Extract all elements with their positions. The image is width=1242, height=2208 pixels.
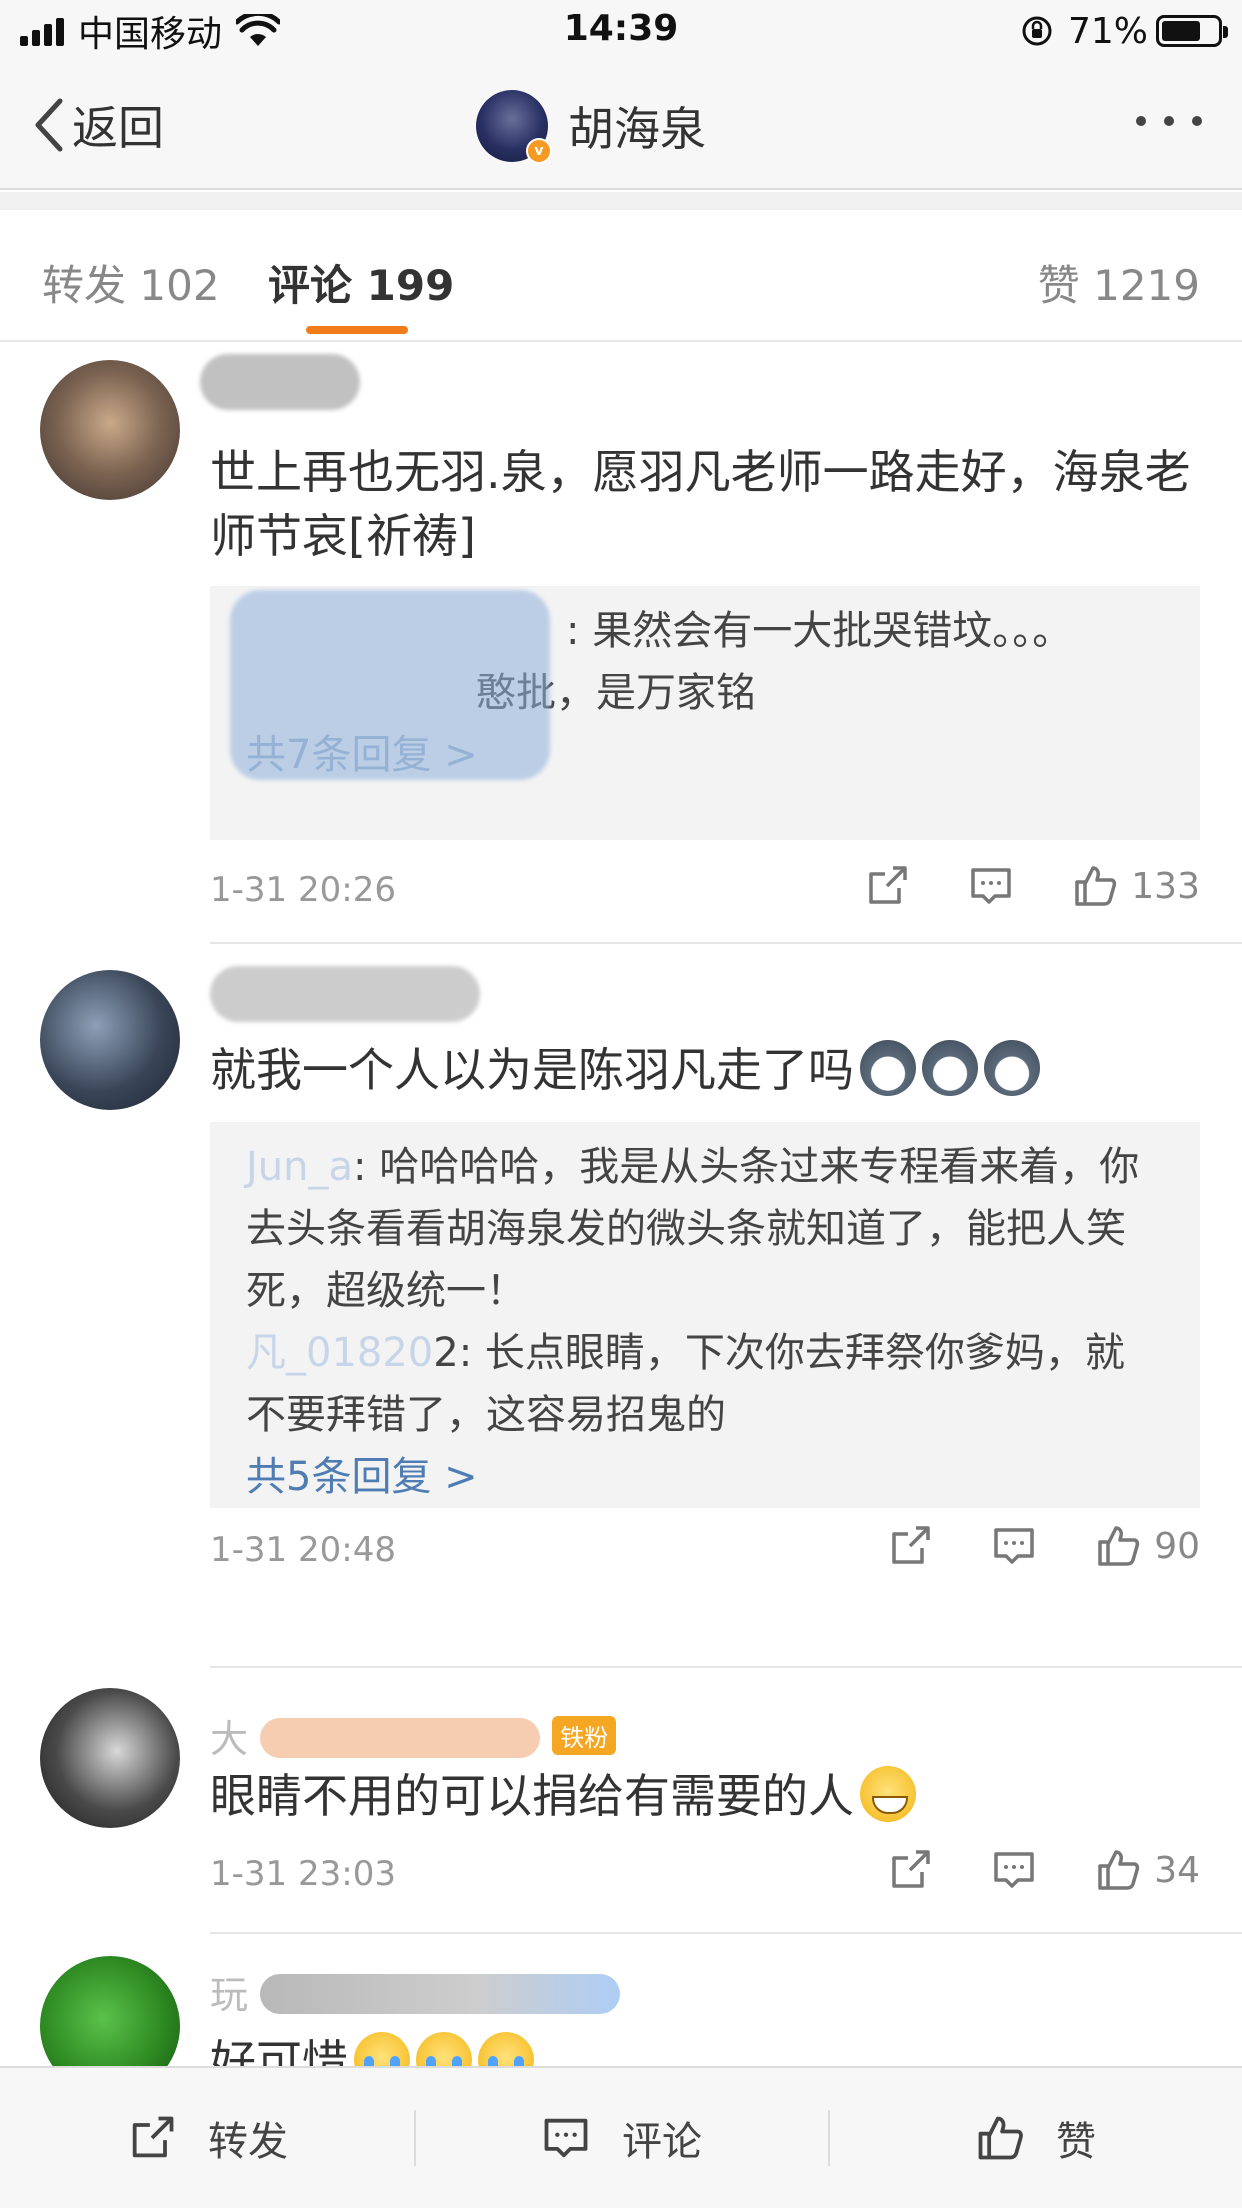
bottom-toolbar: 转发 评论 赞 — [0, 2066, 1242, 2208]
like-count: 133 — [1131, 865, 1200, 907]
author-name: 大 — [210, 1717, 249, 1761]
status-bar: 中国移动 14:39 71% — [0, 0, 1242, 60]
divider — [828, 2110, 830, 2166]
username-redacted — [200, 354, 360, 410]
tab-label: 评论 — [268, 261, 353, 310]
divider — [414, 2110, 416, 2166]
back-label: 返回 — [72, 101, 164, 155]
page-title: 胡海泉 — [568, 102, 706, 156]
like-icon[interactable] — [1071, 862, 1119, 910]
comment-time: 1-31 23:03 — [210, 1854, 396, 1894]
comment-time: 1-31 20:48 — [210, 1530, 396, 1570]
tab-bar: 转发 102 评论 199 赞 1219 — [0, 210, 1242, 342]
avatar[interactable]: v — [476, 90, 552, 164]
comment-text-body: 就我一个人以为是陈羽凡走了吗 — [210, 1043, 854, 1097]
husky-emoji-icon — [922, 1040, 978, 1096]
tab-like[interactable]: 赞 1219 — [1038, 252, 1200, 313]
username-redacted — [210, 966, 480, 1022]
comment-icon — [544, 2118, 588, 2158]
like-label: 赞 — [1056, 2119, 1096, 2165]
comment-icon[interactable] — [967, 862, 1015, 910]
repost-label: 转发 — [208, 2119, 288, 2165]
repost-button[interactable]: 转发 — [0, 2068, 414, 2208]
like-icon[interactable] — [1094, 1846, 1142, 1894]
comment-icon[interactable] — [990, 1522, 1038, 1570]
tab-count: 199 — [366, 261, 455, 310]
like-icon[interactable] — [1094, 1522, 1142, 1570]
comment-item: 就我一个人以为是陈羽凡走了吗 Jun_a: 哈哈哈哈，我是从头条过来专程看来着，… — [0, 946, 1242, 1668]
battery-fill — [1162, 21, 1201, 41]
husky-emoji-icon — [860, 1040, 916, 1096]
grin-emoji-icon — [860, 1766, 916, 1822]
comment-author: 玩 — [210, 1964, 621, 2019]
avatar[interactable] — [40, 1688, 180, 1828]
tab-count: 1219 — [1093, 261, 1200, 310]
comment-time: 1-31 20:26 — [210, 870, 396, 910]
nav-bar: 返回 v 胡海泉 — [0, 60, 1242, 190]
tab-count: 102 — [139, 261, 220, 310]
repost-icon[interactable] — [886, 1846, 934, 1894]
reply-author: Jun_a — [246, 1144, 354, 1190]
husky-emoji-icon — [984, 1040, 1040, 1096]
more-replies-link[interactable]: 共7条回复 > — [246, 724, 1164, 786]
reply-text: : 哈哈哈哈，我是从头条过来专程看来着，你去头条看看胡海泉发的微头条就知道了，能… — [246, 1144, 1140, 1314]
comment-actions: 133 — [807, 862, 1200, 910]
repost-icon[interactable] — [886, 1522, 934, 1570]
like-count: 90 — [1154, 1525, 1200, 1567]
username-redacted — [260, 1974, 621, 2014]
tab-comment[interactable]: 评论 199 — [268, 252, 454, 313]
battery-percent: 71% — [1067, 10, 1148, 52]
username-redacted — [260, 1718, 541, 1758]
comment-button[interactable]: 评论 — [414, 2068, 828, 2208]
cry-emoji-icon — [416, 2032, 472, 2066]
battery-icon — [1156, 15, 1228, 47]
reply-author: 凡_01820 — [246, 1330, 434, 1376]
avatar[interactable] — [40, 1956, 180, 2066]
comment-item: 大 铁粉 眼睛不用的可以捐给有需要的人 1-31 23:03 34 — [0, 1668, 1242, 1934]
comment-text-body: 眼睛不用的可以捐给有需要的人 — [210, 1769, 854, 1823]
author-name: 玩 — [210, 1973, 249, 2017]
cry-emoji-icon — [354, 2032, 410, 2066]
comment-item: 世上再也无羽.泉，愿羽凡老师一路走好，海泉老师节哀[祈祷] : 果然会有一大批哭… — [0, 344, 1242, 944]
rotation-lock-icon — [1022, 16, 1052, 46]
nav-user[interactable]: v 胡海泉 — [476, 88, 706, 164]
comment-actions: 90 — [830, 1522, 1200, 1570]
comment-author: 大 铁粉 — [210, 1708, 617, 1763]
repost-icon[interactable] — [863, 862, 911, 910]
comment-text: 就我一个人以为是陈羽凡走了吗 — [210, 1038, 1200, 1102]
divider — [210, 942, 1242, 944]
verified-icon: v — [526, 138, 552, 164]
comment-label: 评论 — [622, 2119, 702, 2165]
like-count: 34 — [1154, 1849, 1200, 1891]
tab-label: 转发 — [42, 261, 127, 310]
avatar[interactable] — [40, 970, 180, 1110]
avatar[interactable] — [40, 360, 180, 500]
more-replies-link[interactable]: 共5条回复 > — [246, 1446, 1164, 1508]
reply-line: Jun_a: 哈哈哈哈，我是从头条过来专程看来着，你去头条看看胡海泉发的微头条就… — [246, 1136, 1164, 1322]
reply-preview[interactable]: : 果然会有一大批哭错坟。。。 憨批，是万家铭 共7条回复 > — [210, 586, 1200, 840]
more-icon[interactable] — [1136, 116, 1202, 126]
status-right: 71% — [1020, 10, 1228, 52]
comment-icon[interactable] — [990, 1846, 1038, 1894]
reply-preview[interactable]: Jun_a: 哈哈哈哈，我是从头条过来专程看来着，你去头条看看胡海泉发的微头条就… — [210, 1122, 1200, 1508]
fan-badge: 铁粉 — [552, 1716, 617, 1755]
back-chevron-icon — [35, 98, 63, 152]
comment-text: 世上再也无羽.泉，愿羽凡老师一路走好，海泉老师节哀[祈祷] — [210, 445, 1191, 563]
like-button[interactable]: 赞 — [828, 2068, 1242, 2208]
comment-actions: 34 — [830, 1846, 1200, 1894]
reply-line: 凡_018202: 长点眼睛，下次你去拜祭你爹妈，就不要拜错了，这容易招鬼的 — [246, 1322, 1164, 1446]
tab-label: 赞 — [1037, 261, 1080, 310]
repost-icon — [132, 2116, 174, 2158]
like-icon — [978, 2116, 1023, 2160]
back-button[interactable]: 返回 — [30, 90, 164, 160]
cry-emoji-icon — [478, 2032, 534, 2066]
comment-text-body: 好可惜 — [210, 2035, 348, 2066]
tab-indicator — [306, 326, 408, 334]
section-gap — [0, 192, 1242, 210]
comment-text: 好可惜 — [210, 2030, 1200, 2066]
comment-item: 玩 好可惜 — [0, 1934, 1242, 2066]
comment-text: 眼睛不用的可以捐给有需要的人 — [210, 1764, 1200, 1828]
tab-repost[interactable]: 转发 102 — [42, 252, 220, 313]
